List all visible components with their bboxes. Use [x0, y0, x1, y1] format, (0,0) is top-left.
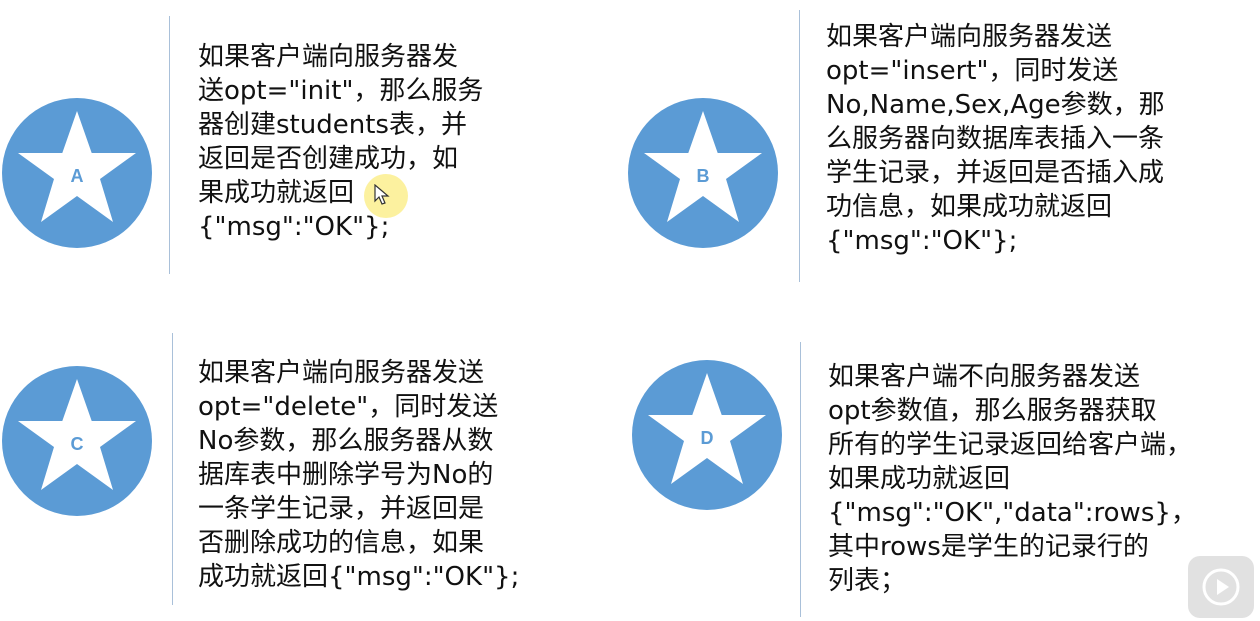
- play-icon: [1202, 568, 1240, 606]
- divider-b: [799, 10, 800, 282]
- card-text-b: 如果客户端向服务器发送 opt="insert"，同时发送 No,Name,Se…: [826, 22, 1165, 256]
- card-text-a: 如果客户端向服务器发 送opt="init"，那么服务 器创建students表…: [198, 42, 484, 242]
- divider-c: [172, 333, 173, 605]
- badge-label-b: B: [696, 165, 710, 186]
- divider-d: [800, 342, 801, 617]
- video-play-button[interactable]: [1188, 556, 1254, 618]
- star-badge-b: B: [628, 98, 778, 248]
- card-text-c: 如果客户端向服务器发送 opt="delete"，同时发送 No参数，那么服务器…: [198, 358, 520, 592]
- badge-label-c: C: [70, 433, 84, 454]
- mouse-pointer-icon: [374, 184, 390, 205]
- card-text-d: 如果客户端不向服务器发送 opt参数值，那么服务器获取 所有的学生记录返回给客户…: [828, 362, 1197, 596]
- divider-a: [169, 16, 170, 274]
- star-badge-d: D: [632, 360, 782, 510]
- badge-label-a: A: [70, 165, 84, 186]
- star-badge-a: A: [2, 98, 152, 248]
- badge-label-d: D: [700, 427, 714, 448]
- star-badge-c: C: [2, 366, 152, 516]
